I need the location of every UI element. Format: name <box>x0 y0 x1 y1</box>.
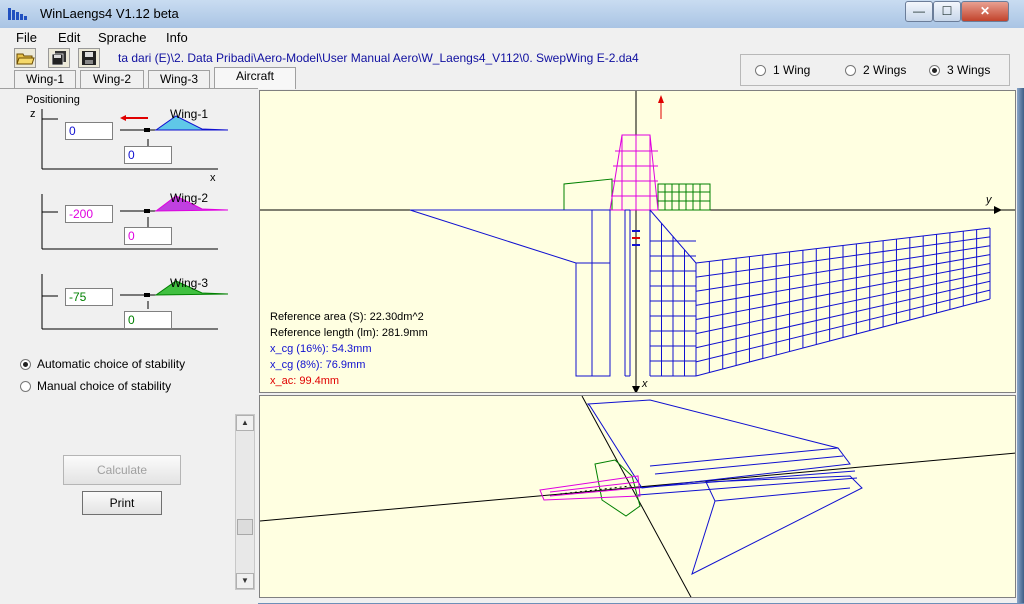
close-button[interactable]: ✕ <box>961 1 1009 22</box>
wing-1-z-field[interactable]: 0 <box>65 122 113 140</box>
app-logo-icon <box>8 8 27 20</box>
manual-stability-label: Manual choice of stability <box>37 379 172 393</box>
wing-2-label: Wing-2 <box>170 191 209 205</box>
wing-3-x-field[interactable]: 0 <box>124 311 172 329</box>
top-view-drawing <box>260 91 1015 392</box>
radio-1-wing[interactable] <box>755 65 766 76</box>
radio-automatic-stability[interactable] <box>20 359 31 370</box>
wing-2-x-field[interactable]: 0 <box>124 227 172 245</box>
radio-2-wings[interactable] <box>845 65 856 76</box>
tab-wing-1[interactable]: Wing-1 <box>14 70 76 88</box>
perspective-view-plot <box>259 395 1016 598</box>
reference-length: Reference length (lm): 281.9mm <box>270 327 428 339</box>
x-ac: x_ac: 99.4mm <box>270 375 340 387</box>
tab-wing-3[interactable]: Wing-3 <box>148 70 210 88</box>
menu-file[interactable]: File <box>16 30 37 45</box>
save-icon[interactable] <box>78 48 100 68</box>
vertical-scrollbar[interactable]: ▲ ▼ <box>235 414 255 590</box>
menu-edit[interactable]: Edit <box>58 30 80 45</box>
wing-3-z-field[interactable]: -75 <box>65 288 113 306</box>
x-axis-label-top: x <box>642 378 648 390</box>
automatic-stability-label: Automatic choice of stability <box>37 357 186 371</box>
app-window: WinLaengs4 V1.12 beta — ☐ ✕ File Edit Sp… <box>0 0 1024 604</box>
positioning-panel: Positioning z x Wing-1 0 0 Wing-2 -200 0… <box>0 88 258 604</box>
save-all-icon[interactable] <box>48 48 70 68</box>
wing-1-x-field[interactable]: 0 <box>124 146 172 164</box>
scroll-thumb[interactable] <box>237 519 253 535</box>
maximize-button[interactable]: ☐ <box>933 1 961 22</box>
radio-2-wings-label: 2 Wings <box>863 63 907 77</box>
x-cg-8: x_cg (8%): 76.9mm <box>270 359 366 371</box>
menu-bar: File Edit Sprache Info <box>0 28 1024 46</box>
title-bar: WinLaengs4 V1.12 beta — ☐ ✕ <box>0 0 1024 28</box>
scroll-up-button[interactable]: ▲ <box>236 415 254 431</box>
open-folder-icon[interactable] <box>14 48 36 68</box>
x-cg-16: x_cg (16%): 54.3mm <box>270 343 372 355</box>
window-title: WinLaengs4 V1.12 beta <box>40 6 179 21</box>
right-wing-grid <box>649 209 991 377</box>
positioning-diagram <box>41 109 229 330</box>
wing-3-label: Wing-3 <box>170 276 209 290</box>
radio-manual-stability[interactable] <box>20 381 31 392</box>
menu-sprache[interactable]: Sprache <box>98 30 146 45</box>
calculate-button[interactable]: Calculate <box>63 455 181 485</box>
scroll-down-button[interactable]: ▼ <box>236 573 254 589</box>
menu-info[interactable]: Info <box>166 30 188 45</box>
wing-count-group: 1 Wing 2 Wings 3 Wings <box>740 54 1010 86</box>
window-border <box>1017 88 1024 603</box>
perspective-drawing <box>260 396 1015 597</box>
radio-3-wings[interactable] <box>929 65 940 76</box>
print-button[interactable]: Print <box>82 491 162 515</box>
file-path: ta dari (E)\2. Data Pribadi\Aero-Model\U… <box>118 51 639 65</box>
minimize-button[interactable]: — <box>905 1 933 22</box>
top-view-plot: y x Reference area (S): 22.30dm^2 Refere… <box>259 90 1016 393</box>
wing-1-label: Wing-1 <box>170 107 209 121</box>
tab-aircraft[interactable]: Aircraft <box>214 67 296 89</box>
radio-1-wing-label: 1 Wing <box>773 63 811 77</box>
y-axis-label: y <box>986 194 992 206</box>
tab-wing-2[interactable]: Wing-2 <box>80 70 144 88</box>
reference-area: Reference area (S): 22.30dm^2 <box>270 311 424 323</box>
wing-2-z-field[interactable]: -200 <box>65 205 113 223</box>
radio-3-wings-label: 3 Wings <box>947 63 991 77</box>
